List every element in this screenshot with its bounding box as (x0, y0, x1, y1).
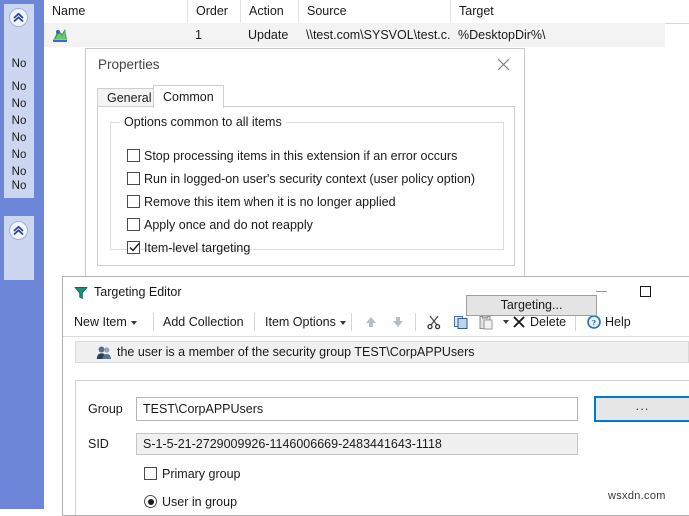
condition-row[interactable]: the user is a member of the security gro… (75, 341, 689, 363)
properties-dialog: Properties General Common Options common… (85, 48, 597, 316)
primary-group-label: Primary group (162, 467, 241, 481)
chevron-down-icon (130, 320, 137, 325)
sidebar-value-7: No (11, 180, 27, 192)
watermark: wsxdn.com (608, 490, 666, 502)
chevron-up-double-icon-bottom[interactable] (9, 221, 28, 240)
targeting-editor-title: Targeting Editor (94, 285, 182, 299)
toolbar-separator-1 (153, 313, 154, 331)
sidebar-value-3: No (11, 115, 27, 127)
checkbox-stop-processing[interactable] (127, 149, 140, 162)
option-label-stop-processing: Stop processing items in this extension … (144, 149, 458, 163)
column-header-action[interactable]: Action (240, 0, 298, 23)
checkbox-remove-item[interactable] (127, 195, 140, 208)
cell-action: Update (248, 28, 289, 42)
checkbox-item-level-targeting[interactable] (127, 241, 140, 254)
user-group-icon (96, 345, 112, 361)
toolbar-separator-4 (415, 313, 416, 331)
item-options-button[interactable]: Item Options (265, 308, 346, 336)
user-in-group-label: User in group (162, 495, 238, 509)
sidebar-value-4: No (11, 132, 27, 144)
radio-user-in-group[interactable] (144, 495, 157, 508)
properties-title: Properties (98, 57, 160, 72)
arrow-up-icon[interactable] (363, 314, 379, 330)
column-header-target[interactable]: Target (450, 0, 689, 23)
new-item-label: New Item (74, 315, 127, 329)
option-label-remove-item: Remove this item when it is no longer ap… (144, 195, 396, 209)
condition-text: the user is a member of the security gro… (117, 345, 475, 359)
condition-detail-panel: Group TEST\CorpAPPUsers ... SID S-1-5-21… (75, 380, 689, 515)
option-label-apply-once: Apply once and do not reapply (144, 218, 313, 232)
column-header-source[interactable]: Source (298, 0, 450, 23)
left-sidebar: No No No No No No No No (0, 0, 44, 509)
sidebar-value-1: No (11, 81, 27, 93)
options-groupbox: Options common to all items Stop process… (110, 115, 504, 255)
chevron-up-double-icon-top[interactable] (9, 8, 28, 27)
x-icon[interactable] (511, 314, 527, 330)
item-options-label: Item Options (265, 315, 336, 329)
close-icon[interactable] (488, 53, 518, 77)
cell-source: \\test.com\SYSVOL\test.c... (306, 28, 450, 42)
maximize-icon[interactable] (629, 277, 663, 305)
sid-input[interactable]: S-1-5-21-2729009926-1146006669-248344164… (136, 433, 578, 455)
sid-label: SID (88, 437, 109, 451)
add-collection-button[interactable]: Add Collection (163, 308, 244, 336)
browse-group-button[interactable]: ... (594, 396, 689, 422)
properties-tab-page-common: Options common to all items Stop process… (97, 106, 597, 316)
toolbar-separator-3 (351, 313, 352, 331)
chevron-down-icon-2 (339, 320, 346, 325)
option-label-run-in-user-context: Run in logged-on user's security context… (144, 172, 476, 186)
checkbox-apply-once[interactable] (127, 218, 140, 231)
sidebar-value-5: No (11, 149, 27, 161)
toolbar-separator-2 (254, 313, 255, 331)
column-header-name[interactable]: Name (44, 0, 187, 23)
properties-tabstrip: General Common (97, 85, 515, 108)
options-groupbox-legend: Options common to all items (120, 115, 286, 129)
targeting-button[interactable]: Targeting... (466, 295, 597, 316)
properties-titlebar[interactable]: Properties (86, 49, 524, 81)
column-header-order[interactable]: Order (187, 0, 240, 23)
checkbox-run-in-user-context[interactable] (127, 172, 140, 185)
help-circle-icon[interactable]: ? (586, 314, 602, 330)
option-label-item-level-targeting: Item-level targeting (144, 241, 251, 255)
cell-target: %DesktopDir%\ (458, 28, 546, 42)
paste-icon[interactable] (478, 314, 494, 330)
sidebar-value-6: No (11, 166, 27, 178)
tab-common[interactable]: Common (153, 85, 224, 108)
group-label: Group (88, 402, 123, 416)
sidebar-value-0: No (11, 58, 27, 70)
table-row[interactable]: 1 Update \\test.com\SYSVOL\test.c... %De… (44, 23, 665, 47)
shortcut-icon (52, 27, 69, 44)
svg-text:?: ? (592, 317, 596, 327)
help-button[interactable]: Help (605, 308, 631, 336)
copy-icon[interactable] (453, 314, 469, 330)
arrow-down-icon[interactable] (390, 314, 406, 330)
list-header-row: Name Order Action Source Target (44, 0, 689, 24)
checkbox-primary-group[interactable] (144, 467, 157, 480)
chevron-down-icon-3[interactable] (503, 320, 509, 324)
cell-order: 1 (195, 28, 202, 42)
scissors-icon[interactable] (426, 314, 442, 330)
group-input[interactable]: TEST\CorpAPPUsers (136, 397, 578, 421)
new-item-button[interactable]: New Item (74, 308, 137, 336)
tab-general[interactable]: General (97, 88, 162, 107)
funnel-icon (74, 286, 88, 300)
sidebar-value-2: No (11, 98, 27, 110)
